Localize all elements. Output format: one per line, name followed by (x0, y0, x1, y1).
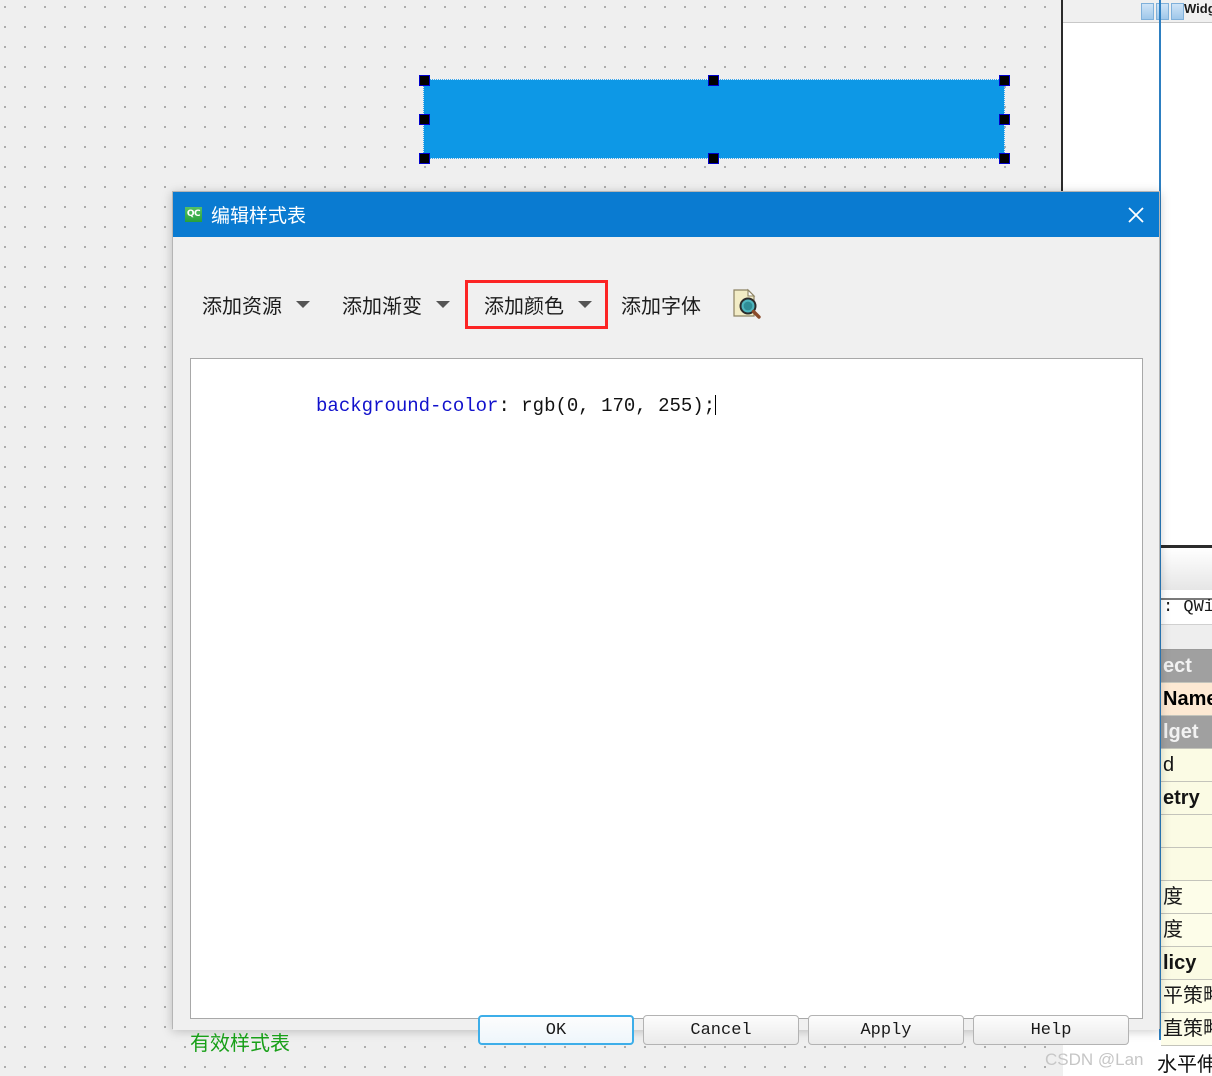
resize-handle-top-center[interactable] (708, 75, 719, 86)
css-value-token: : rgb(0, 170, 255); (498, 395, 716, 417)
dialog-titlebar[interactable]: QC 编辑样式表 (173, 192, 1159, 237)
panel-icon-3[interactable] (1171, 3, 1184, 20)
add-resource-label: 添加资源 (202, 295, 282, 318)
resize-handle-middle-right[interactable] (999, 114, 1010, 125)
add-resource-button[interactable]: 添加资源 (200, 290, 314, 319)
resize-handle-bottom-center[interactable] (708, 153, 719, 164)
apply-button[interactable]: Apply (808, 1015, 964, 1045)
property-row-label: 度 (1163, 886, 1183, 908)
property-row-label: 平策略 (1163, 985, 1212, 1007)
watermark: CSDN @Lan (1045, 1050, 1144, 1069)
right-panel-toolbar-icons[interactable] (1141, 3, 1184, 20)
panel-icon-2[interactable] (1156, 3, 1169, 20)
property-row[interactable]: d (1161, 749, 1212, 782)
right-panel-toolbar: Widg (1063, 0, 1212, 23)
qt-creator-icon: QC (185, 207, 202, 222)
add-color-label: 添加颜色 (484, 295, 564, 318)
property-row-label: Name (1163, 688, 1212, 710)
add-font-button[interactable]: 添加字体 (619, 290, 703, 319)
stylesheet-code-line: background-color: rgb(0, 170, 255); (202, 367, 717, 445)
stylesheet-valid-status: 有效样式表 (190, 1033, 290, 1055)
text-caret (715, 395, 717, 415)
dialog-body: 添加资源 添加渐变 添加颜色 添加字体 background-color: rg… (173, 237, 1159, 1055)
chevron-down-icon-resource[interactable] (296, 300, 310, 308)
resize-handle-top-left[interactable] (419, 75, 430, 86)
ok-button[interactable]: OK (478, 1015, 634, 1045)
selected-widget[interactable] (423, 79, 1005, 159)
close-icon[interactable] (1113, 192, 1159, 237)
property-row-label: 度 (1163, 919, 1183, 941)
screen: Widg : QWid ect Name lget d etry 度度 licy 平策略直策略… (0, 0, 1212, 1076)
edit-stylesheet-dialog: QC 编辑样式表 添加资源 添加渐变 添加颜色 添加字体 background-… (172, 191, 1160, 1055)
stylesheet-toolbar: 添加资源 添加渐变 添加颜色 添加字体 (173, 278, 1159, 330)
property-row-label: d (1163, 754, 1175, 776)
css-property-token: background-color (316, 395, 499, 417)
property-row[interactable]: licy (1161, 947, 1212, 980)
property-row-label: lget (1163, 721, 1199, 743)
property-row[interactable]: lget (1161, 716, 1212, 749)
help-button[interactable]: Help (973, 1015, 1129, 1045)
dialog-button-row[interactable]: OK Cancel Apply Help (478, 1015, 1129, 1045)
add-font-label: 添加字体 (621, 295, 701, 318)
property-editor-table[interactable]: ect Name lget d etry 度度 licy 平策略直策略 (1161, 650, 1212, 1046)
property-table-column-header (1161, 624, 1212, 650)
property-row[interactable]: Name (1161, 683, 1212, 716)
horizontal-stretch-label: 水平伸展 (1157, 1054, 1212, 1076)
resize-handle-middle-left[interactable] (419, 114, 430, 125)
right-panel-toolbar-title: Widg (1184, 1, 1212, 16)
property-row[interactable]: etry (1161, 782, 1212, 815)
property-row-label: licy (1163, 952, 1197, 974)
property-row[interactable] (1161, 848, 1212, 881)
document-magnifier-icon[interactable] (729, 287, 763, 321)
resize-handle-top-right[interactable] (999, 75, 1010, 86)
add-gradient-button[interactable]: 添加渐变 (340, 290, 454, 319)
property-row-label: 直策略 (1163, 1018, 1212, 1040)
property-row-label: ect (1163, 655, 1192, 677)
add-color-button[interactable]: 添加颜色 (465, 279, 608, 329)
property-row[interactable] (1161, 815, 1212, 848)
property-row-label: etry (1163, 787, 1200, 809)
dialog-title: 编辑样式表 (211, 206, 307, 227)
chevron-down-icon-color[interactable] (578, 300, 592, 308)
resize-handle-bottom-right[interactable] (999, 153, 1010, 164)
property-row[interactable]: 平策略 (1161, 980, 1212, 1013)
property-row[interactable]: 度 (1161, 881, 1212, 914)
property-row[interactable]: 直策略 (1161, 1013, 1212, 1046)
panel-icon-1[interactable] (1141, 3, 1154, 20)
property-row[interactable]: ect (1161, 650, 1212, 683)
property-row[interactable]: 度 (1161, 914, 1212, 947)
object-type-label: : QWid (1163, 598, 1212, 617)
chevron-down-icon-gradient[interactable] (436, 300, 450, 308)
stylesheet-editor[interactable]: background-color: rgb(0, 170, 255); (190, 358, 1143, 1019)
add-gradient-label: 添加渐变 (342, 295, 422, 318)
resize-handle-bottom-left[interactable] (419, 153, 430, 164)
cancel-button[interactable]: Cancel (643, 1015, 799, 1045)
